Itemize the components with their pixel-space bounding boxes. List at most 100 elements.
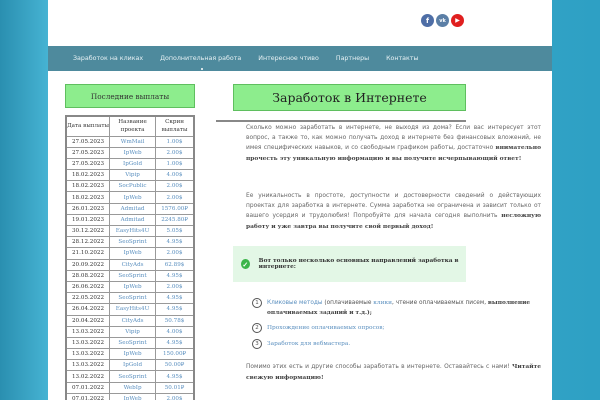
- table-row: 20.04.2022 CityAds 50.78$: [65, 314, 195, 327]
- header: f vk ▶: [48, 0, 552, 45]
- table-row: 13.03.2022 IpGold 50.00₽: [65, 359, 195, 372]
- list-item: 1 Кликовые методы (оплачиваемые клики, ч…: [252, 298, 538, 318]
- col-date: Дата выплаты: [65, 115, 111, 137]
- page: f vk ▶ Заработок на кликах Дополнительна…: [48, 0, 552, 400]
- cell-project[interactable]: WebIp: [109, 381, 157, 394]
- cell-amount[interactable]: 4.95$: [155, 370, 195, 383]
- cell-amount[interactable]: 1576.00₽: [155, 202, 195, 215]
- cell-project[interactable]: SeoSprint: [109, 370, 157, 383]
- cell-project[interactable]: SeoSprint: [109, 236, 157, 249]
- note-text: Вот только несколько основных направлени…: [258, 258, 459, 270]
- cell-date: 13.02.2022: [65, 370, 111, 383]
- col-screenshot: Скрин выплаты: [155, 115, 195, 137]
- table-row: 07.01.2022 WebIp 50.01₽: [65, 381, 195, 394]
- table-row: 18.02.2023 IpWeb 2.00$: [65, 191, 195, 204]
- cell-amount[interactable]: 4.95$: [155, 236, 195, 249]
- cell-amount[interactable]: 4.95$: [155, 269, 195, 282]
- cell-amount[interactable]: 1.00$: [155, 135, 195, 148]
- table-row: 22.05.2022 SeoSprint 4.95$: [65, 292, 195, 305]
- payouts-title: Последние выплаты: [65, 84, 195, 108]
- cell-date: 30.12.2022: [65, 224, 111, 238]
- cell-project[interactable]: SeoSprint: [109, 292, 157, 305]
- cell-amount[interactable]: 62.89$: [155, 258, 195, 271]
- cell-date: 07.01.2022: [65, 381, 111, 394]
- cell-project[interactable]: Admitad: [109, 213, 157, 227]
- nav-partners[interactable]: Партнеры: [336, 55, 369, 62]
- cell-date: 26.06.2022: [65, 280, 111, 294]
- nav-interesting-reading[interactable]: Интересное чтиво: [258, 55, 319, 62]
- vk-icon[interactable]: vk: [436, 14, 449, 27]
- nav-extra-work[interactable]: Дополнительная работа: [160, 55, 241, 70]
- cell-project[interactable]: CityAds: [109, 258, 157, 271]
- number-circle: 2: [252, 323, 262, 333]
- cell-amount[interactable]: 2.00$: [155, 247, 195, 260]
- cell-project[interactable]: Vipip: [109, 169, 157, 182]
- cell-amount[interactable]: 2.00$: [155, 191, 195, 204]
- table-row: 28.08.2022 SeoSprint 4.95$: [65, 269, 195, 282]
- cell-amount[interactable]: 4.95$: [155, 292, 195, 305]
- cell-project[interactable]: IpWeb: [109, 348, 157, 361]
- cell-amount[interactable]: 4.00$: [155, 325, 195, 338]
- table-row: 20.09.2022 CityAds 62.89$: [65, 258, 195, 271]
- cell-amount[interactable]: 4.95$: [155, 303, 195, 316]
- cell-amount[interactable]: 2.00$: [155, 180, 195, 193]
- youtube-icon[interactable]: ▶: [451, 14, 464, 27]
- cell-project[interactable]: IpGold: [109, 359, 157, 372]
- clicks-link[interactable]: клики: [373, 300, 392, 306]
- cell-date: 20.04.2022: [65, 314, 111, 327]
- cell-project[interactable]: WmMail: [109, 135, 157, 148]
- cell-amount[interactable]: 2245.80₽: [155, 213, 195, 227]
- cell-amount[interactable]: 4.95$: [155, 336, 195, 350]
- cell-amount[interactable]: 150.00₽: [155, 348, 195, 361]
- cell-project[interactable]: IpWeb: [109, 146, 157, 159]
- cell-amount[interactable]: 50.78$: [155, 314, 195, 327]
- cell-project[interactable]: IpWeb: [109, 247, 157, 260]
- click-methods-link[interactable]: Кликовые методы: [267, 300, 323, 306]
- table-row: 28.12.2022 SeoSprint 4.95$: [65, 236, 195, 249]
- table-row: 13.03.2022 IpWeb 150.00₽: [65, 348, 195, 361]
- cell-project[interactable]: IpWeb: [109, 191, 157, 204]
- table-row: 13.03.2022 SeoSprint 4.95$: [65, 336, 195, 350]
- cell-project[interactable]: EasyHits4U: [109, 224, 157, 238]
- table-row: 07.01.2022 IpWeb 2.00$: [65, 392, 195, 400]
- page-title: Заработок в Интернете: [233, 84, 466, 111]
- cell-amount[interactable]: 2.00$: [155, 280, 195, 294]
- webmaster-link[interactable]: Заработок для вебмастера.: [267, 339, 350, 349]
- table-row: 30.12.2022 EasyHits4U 5.05$: [65, 224, 195, 238]
- cell-date: 22.05.2022: [65, 292, 111, 305]
- cell-date: 26.04.2022: [65, 303, 111, 316]
- facebook-icon[interactable]: f: [421, 14, 434, 27]
- cell-amount[interactable]: 4.00$: [155, 169, 195, 182]
- cell-amount[interactable]: 1.00$: [155, 157, 195, 171]
- list-text: (оплачиваемые: [322, 300, 374, 306]
- cell-date: 27.05.2023: [65, 135, 111, 148]
- col-project: Название проекта: [109, 115, 157, 137]
- cell-project[interactable]: IpGold: [109, 157, 157, 171]
- nav-click-earnings[interactable]: Заработок на кликах: [73, 55, 143, 62]
- uniqueness-paragraph: Ее уникальность в простоте, доступности …: [246, 192, 541, 232]
- cell-amount[interactable]: 50.01₽: [155, 381, 195, 394]
- table-row: 26.04.2022 EasyHits4U 4.95$: [65, 303, 195, 316]
- cell-project[interactable]: IpWeb: [109, 280, 157, 294]
- list-text: , чтение оплачиваемых писем,: [391, 300, 488, 306]
- cell-project[interactable]: Vipip: [109, 325, 157, 338]
- cell-amount[interactable]: 5.05$: [155, 224, 195, 238]
- cell-date: 21.10.2022: [65, 247, 111, 260]
- nav-contacts[interactable]: Контакты: [386, 55, 418, 62]
- cell-date: 13.03.2022: [65, 325, 111, 338]
- surveys-link[interactable]: Прохождение оплачиваемых опросов;: [267, 323, 384, 333]
- cell-project[interactable]: SeoSprint: [109, 336, 157, 350]
- cell-project[interactable]: CityAds: [109, 314, 157, 327]
- closing-paragraph: Помимо этих есть и другие способы зарабо…: [246, 362, 541, 383]
- cell-project[interactable]: IpWeb: [109, 392, 157, 400]
- cell-project[interactable]: SocPublic: [109, 180, 157, 193]
- cell-amount[interactable]: 2.00$: [155, 146, 195, 159]
- cell-amount[interactable]: 2.00$: [155, 392, 195, 400]
- cell-date: 28.12.2022: [65, 236, 111, 249]
- cell-date: 28.08.2022: [65, 269, 111, 282]
- cell-date: 20.09.2022: [65, 258, 111, 271]
- cell-project[interactable]: Admitad: [109, 202, 157, 215]
- cell-amount[interactable]: 50.00₽: [155, 359, 195, 372]
- cell-project[interactable]: EasyHits4U: [109, 303, 157, 316]
- cell-project[interactable]: SeoSprint: [109, 269, 157, 282]
